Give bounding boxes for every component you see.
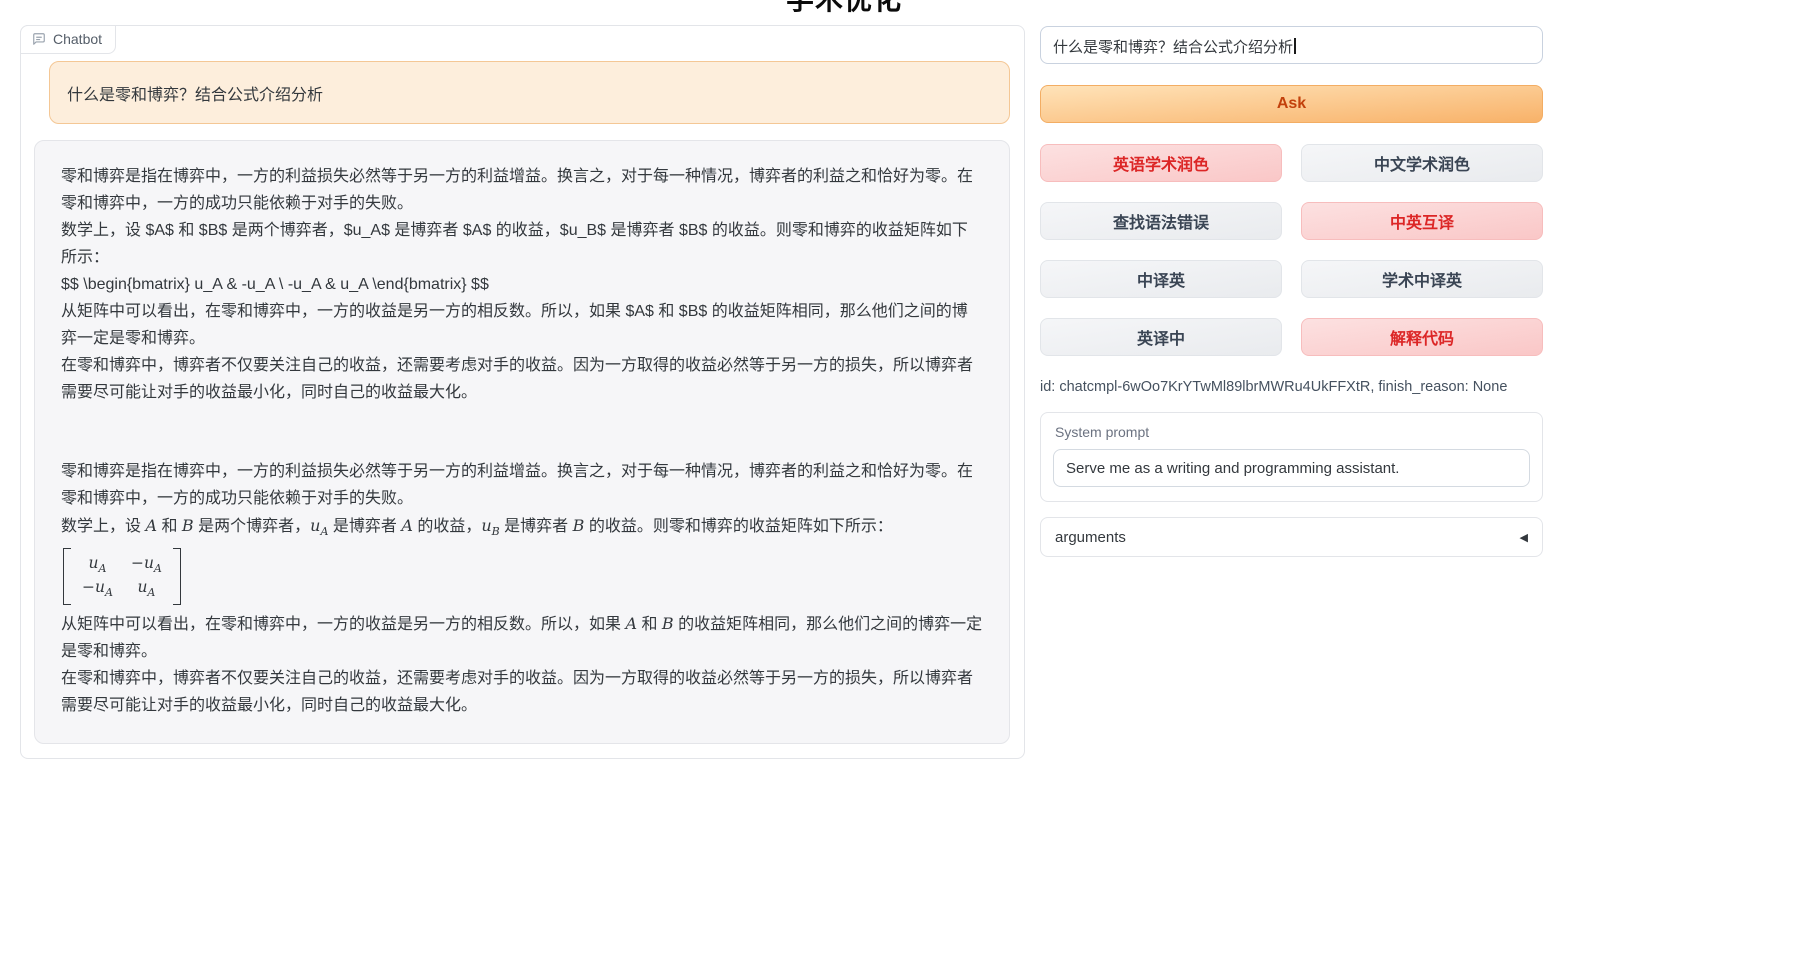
payoff-matrix: uA −uA −uA uA xyxy=(63,548,181,605)
chatbot-label-tab: Chatbot xyxy=(20,25,116,54)
chatbot-label: Chatbot xyxy=(53,31,102,47)
btn-english-to-chinese[interactable]: 英译中 xyxy=(1040,318,1282,356)
system-prompt-value: Serve me as a writing and programming as… xyxy=(1066,460,1399,477)
matrix-cell: −uA xyxy=(82,578,113,599)
math-var: u xyxy=(481,516,491,535)
function-button-grid: 英语学术润色 中文学术润色 查找语法错误 中英互译 中译英 学术中译英 英译中 … xyxy=(1040,144,1543,356)
matrix-cell: −uA xyxy=(131,554,162,575)
bot-raw-paragraph: 数学上，设 $A$ 和 $B$ 是两个博弈者，$u_A$ 是博弈者 $A$ 的收… xyxy=(61,217,983,271)
bot-raw-latex-line: $$ \begin{bmatrix} u_A & -u_A \ -u_A & u… xyxy=(61,271,983,298)
math-var: B xyxy=(573,516,585,535)
system-prompt-label: System prompt xyxy=(1055,424,1530,440)
math-subscript: B xyxy=(492,525,500,538)
btn-chinese-english-mutual-translate[interactable]: 中英互译 xyxy=(1301,202,1543,240)
message-list: 什么是零和博弈？结合公式介绍分析 零和博弈是指在博弈中，一方的利益损失必然等于另… xyxy=(21,26,1024,744)
control-column: 什么是零和博弈？结合公式介绍分析 Ask 英语学术润色 中文学术润色 查找语法错… xyxy=(1040,26,1543,557)
math-var: A xyxy=(145,516,157,535)
btn-explain-code[interactable]: 解释代码 xyxy=(1301,318,1543,356)
arguments-accordion[interactable]: arguments ◀ xyxy=(1040,517,1543,557)
math-var: A xyxy=(401,516,413,535)
bot-rendered-paragraph: 零和博弈是指在博弈中，一方的利益损失必然等于另一方的利益增益。换言之，对于每一种… xyxy=(61,458,983,512)
bot-raw-paragraph: 零和博弈是指在博弈中，一方的利益损失必然等于另一方的利益增益。换言之，对于每一种… xyxy=(61,163,983,217)
math-var: A xyxy=(625,614,637,633)
system-prompt-panel: System prompt Serve me as a writing and … xyxy=(1040,412,1543,502)
matrix-cells: uA −uA −uA uA xyxy=(71,548,173,605)
bot-raw-paragraph: 从矩阵中可以看出，在零和博弈中，一方的收益是另一方的相反数。所以，如果 $A$ … xyxy=(61,298,983,352)
btn-academic-chinese-to-english[interactable]: 学术中译英 xyxy=(1301,260,1543,298)
question-input[interactable]: 什么是零和博弈？结合公式介绍分析 xyxy=(1040,26,1543,64)
bot-rendered-math-paragraph: 从矩阵中可以看出，在零和博弈中，一方的收益是另一方的相反数。所以，如果 A 和 … xyxy=(61,610,983,665)
completion-status-line: id: chatcmpl-6wOo7KrYTwMl89lbrMWRu4UkFFX… xyxy=(1040,379,1543,395)
text-cursor xyxy=(1294,38,1296,54)
btn-english-academic-polish[interactable]: 英语学术润色 xyxy=(1040,144,1282,182)
bot-raw-paragraph: 在零和博弈中，博弈者不仅要关注自己的收益，还需要考虑对手的收益。因为一方取得的收… xyxy=(61,352,983,406)
matrix-cell: uA xyxy=(137,578,155,599)
bot-rendered-math-paragraph: 数学上，设 A 和 B 是两个博弈者，uA 是博弈者 A 的收益，uB 是博弈者… xyxy=(61,512,983,545)
btn-find-grammar-errors[interactable]: 查找语法错误 xyxy=(1040,202,1282,240)
system-prompt-input[interactable]: Serve me as a writing and programming as… xyxy=(1053,449,1530,487)
bot-message: 零和博弈是指在博弈中，一方的利益损失必然等于另一方的利益增益。换言之，对于每一种… xyxy=(34,140,1010,744)
math-var: B xyxy=(662,614,674,633)
user-message: 什么是零和博弈？结合公式介绍分析 xyxy=(49,61,1010,124)
arguments-accordion-label: arguments xyxy=(1055,529,1126,546)
chat-bubble-icon xyxy=(32,32,46,46)
paragraph-gap xyxy=(61,406,983,458)
matrix-cell: uA xyxy=(89,554,107,575)
btn-chinese-to-english[interactable]: 中译英 xyxy=(1040,260,1282,298)
question-input-value: 什么是零和博弈？结合公式介绍分析 xyxy=(1053,39,1293,56)
chatbot-panel: Chatbot 什么是零和博弈？结合公式介绍分析 零和博弈是指在博弈中，一方的利… xyxy=(20,25,1025,759)
math-var: u xyxy=(310,516,320,535)
matrix-left-bracket xyxy=(63,548,71,605)
math-var: B xyxy=(182,516,194,535)
ask-button[interactable]: Ask xyxy=(1040,85,1543,123)
bot-rendered-paragraph: 在零和博弈中，博弈者不仅要关注自己的收益，还需要考虑对手的收益。因为一方取得的收… xyxy=(61,665,983,719)
app-page: 学术优化 Chatbot 什么是零和博弈？结合公式介绍分析 零和博弈是指在博弈中… xyxy=(0,0,1814,961)
user-message-text: 什么是零和博弈？结合公式介绍分析 xyxy=(67,87,323,104)
accordion-collapse-arrow-icon: ◀ xyxy=(1520,531,1528,544)
btn-chinese-academic-polish[interactable]: 中文学术润色 xyxy=(1301,144,1543,182)
page-title: 学术优化 xyxy=(786,0,902,18)
matrix-right-bracket xyxy=(173,548,181,605)
